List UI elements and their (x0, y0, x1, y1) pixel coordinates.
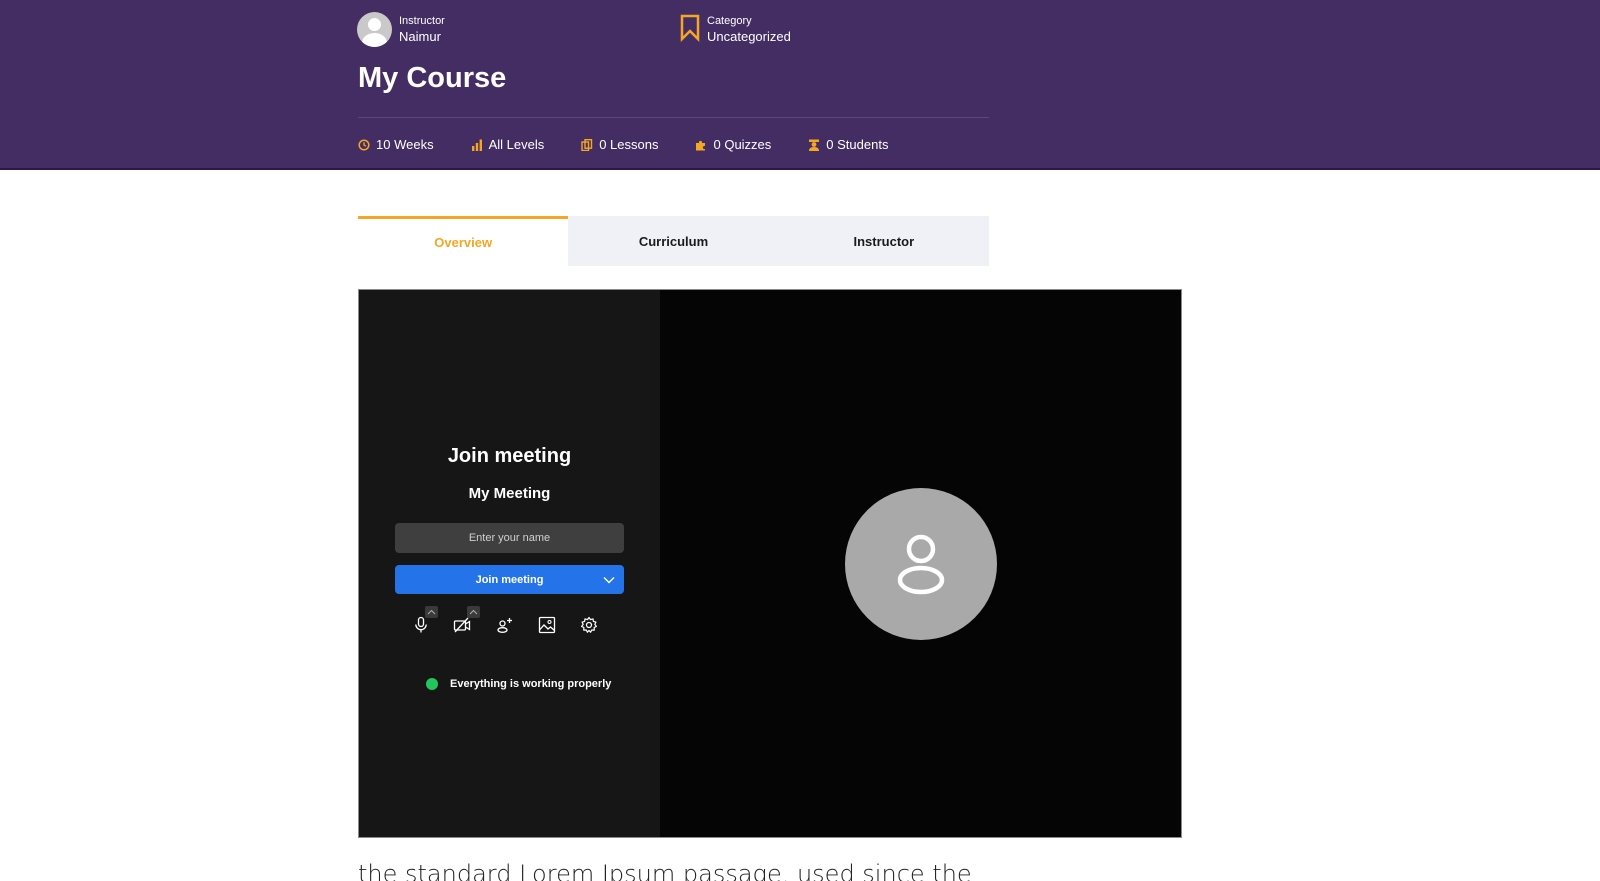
overview-text: the standard Lorem Ipsum passage, used s… (358, 860, 972, 881)
chevron-down-icon[interactable] (602, 573, 616, 587)
tab-instructor[interactable]: Instructor (779, 216, 989, 266)
stat-quizzes: 0 Quizzes (695, 137, 771, 152)
course-tabs: Overview Curriculum Instructor (358, 216, 989, 266)
instructor-name[interactable]: Naimur (399, 28, 445, 46)
tab-curriculum[interactable]: Curriculum (568, 216, 778, 266)
camera-off-icon (453, 617, 471, 633)
meeting-embed: Join meeting My Meeting Join meeting (358, 289, 1182, 838)
camera-options[interactable] (467, 606, 480, 618)
settings-gear-icon (581, 616, 597, 633)
stat-students: 0 Students (808, 137, 888, 152)
background-button[interactable] (535, 610, 559, 634)
chevron-up-icon (427, 609, 436, 615)
category-meta: Category Uncategorized (679, 14, 791, 46)
instructor-meta: Instructor Naimur (357, 12, 445, 47)
bookmark-icon (680, 14, 700, 42)
name-input[interactable] (395, 523, 624, 553)
category-value[interactable]: Uncategorized (707, 28, 791, 46)
microphone-options[interactable] (425, 606, 438, 618)
stat-duration: 10 Weeks (358, 137, 434, 152)
header-divider (358, 117, 989, 118)
stat-label: 0 Quizzes (713, 137, 772, 152)
join-button-label: Join meeting (475, 573, 544, 586)
user-icon (897, 534, 945, 595)
bar-chart-icon (471, 139, 482, 151)
settings-button[interactable] (577, 610, 601, 634)
instructor-label: Instructor (399, 14, 445, 27)
status-indicator (426, 678, 438, 690)
device-status: Everything is working properly (426, 678, 611, 690)
stat-level: All Levels (471, 137, 545, 152)
category-label: Category (707, 15, 752, 27)
microphone-icon (415, 616, 427, 633)
stat-lessons: 0 Lessons (581, 137, 658, 152)
invite-button[interactable] (493, 610, 517, 634)
stat-label: All Levels (488, 137, 545, 152)
puzzle-icon (696, 140, 706, 150)
meeting-controls (409, 606, 609, 640)
instructor-avatar[interactable] (357, 12, 392, 47)
course-header: Instructor Naimur Category Uncategorized… (0, 0, 1600, 170)
invite-user-icon (497, 618, 512, 633)
meeting-name: My Meeting (468, 485, 551, 502)
join-meeting-title: Join meeting (447, 445, 572, 467)
stat-label: 0 Lessons (599, 137, 659, 152)
status-text: Everything is working properly (450, 678, 612, 690)
stat-label: 0 Students (826, 137, 889, 152)
tab-overview[interactable]: Overview (358, 216, 569, 266)
join-panel: Join meeting My Meeting Join meeting (359, 290, 660, 837)
background-image-icon (538, 616, 556, 634)
student-icon (809, 139, 820, 151)
join-meeting-button[interactable]: Join meeting (395, 565, 624, 594)
clock-icon (358, 138, 370, 151)
copy-icon (581, 138, 593, 151)
chevron-up-icon (469, 609, 478, 615)
stat-label: 10 Weeks (376, 137, 434, 152)
course-title: My Course (358, 62, 507, 94)
course-stats: 10 Weeks All Levels 0 Lessons 0 Quizzes … (358, 137, 925, 152)
video-preview-avatar (845, 488, 997, 640)
